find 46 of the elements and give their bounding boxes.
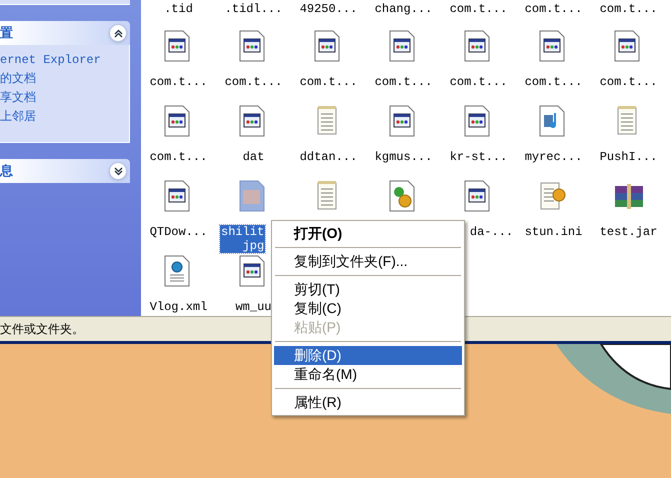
menu-item[interactable]: 复制(C) — [274, 299, 462, 318]
panel-link[interactable]: ernet Explorer — [0, 52, 129, 68]
menu-item[interactable]: 复制到文件夹(F)... — [274, 252, 462, 271]
file-name[interactable]: stun.ini — [524, 225, 584, 239]
file-name[interactable]: QTDow... — [148, 225, 208, 239]
panel-title: 置 — [0, 24, 13, 42]
file-name[interactable]: com.t... — [448, 75, 508, 89]
file-name[interactable]: com.t... — [224, 75, 284, 89]
menu-item[interactable]: 重命名(M) — [274, 365, 462, 384]
chevron-up-icon — [114, 28, 122, 38]
status-text: 文件或文件夹。 — [0, 321, 84, 338]
collapse-button[interactable] — [109, 24, 127, 42]
file-name[interactable]: myrec... — [524, 150, 584, 164]
panel-link[interactable]: 上邻居 — [0, 109, 129, 125]
file-name[interactable]: com.t... — [524, 2, 582, 16]
file-name[interactable]: .tidl... — [224, 2, 282, 16]
menu-item[interactable]: 剪切(T) — [274, 280, 462, 299]
file-name[interactable]: dat — [242, 150, 266, 164]
menu-item[interactable]: 打开(O) — [274, 224, 462, 243]
file-name[interactable]: chang... — [374, 2, 432, 16]
file-name[interactable]: 49250... — [300, 2, 358, 16]
file-name[interactable]: com.t... — [600, 2, 658, 16]
file-name[interactable]: PushI... — [598, 150, 658, 164]
chevron-down-icon — [114, 166, 122, 176]
file-name[interactable]: shilit jpg — [220, 225, 266, 253]
panel-link[interactable]: 的文档 — [0, 71, 129, 87]
file-name[interactable]: com.t... — [524, 75, 584, 89]
menu-item[interactable]: 属性(R) — [274, 393, 462, 412]
file-name[interactable]: da-... — [468, 225, 514, 239]
panel-link[interactable]: 享文档 — [0, 90, 129, 106]
file-name[interactable]: com.t... — [298, 75, 358, 89]
menu-item[interactable]: 删除(D) — [274, 346, 462, 365]
file-name[interactable]: com.t... — [598, 75, 658, 89]
file-name[interactable]: .tid — [164, 2, 193, 16]
file-name[interactable]: com.t... — [450, 2, 508, 16]
file-name[interactable]: com.t... — [148, 150, 208, 164]
file-name[interactable]: ddtan... — [298, 150, 358, 164]
file-name[interactable]: wm_uu — [234, 300, 272, 314]
file-name[interactable]: kr-st... — [448, 150, 508, 164]
file-name[interactable]: com.t... — [374, 75, 434, 89]
file-name[interactable]: Vlog.xml — [148, 300, 208, 314]
file-name[interactable]: test.jar — [598, 225, 658, 239]
expand-button[interactable] — [109, 162, 127, 180]
panel-header[interactable]: 置 — [0, 21, 130, 45]
file-name[interactable]: kgmus... — [374, 150, 434, 164]
file-name[interactable]: com.t... — [148, 75, 208, 89]
